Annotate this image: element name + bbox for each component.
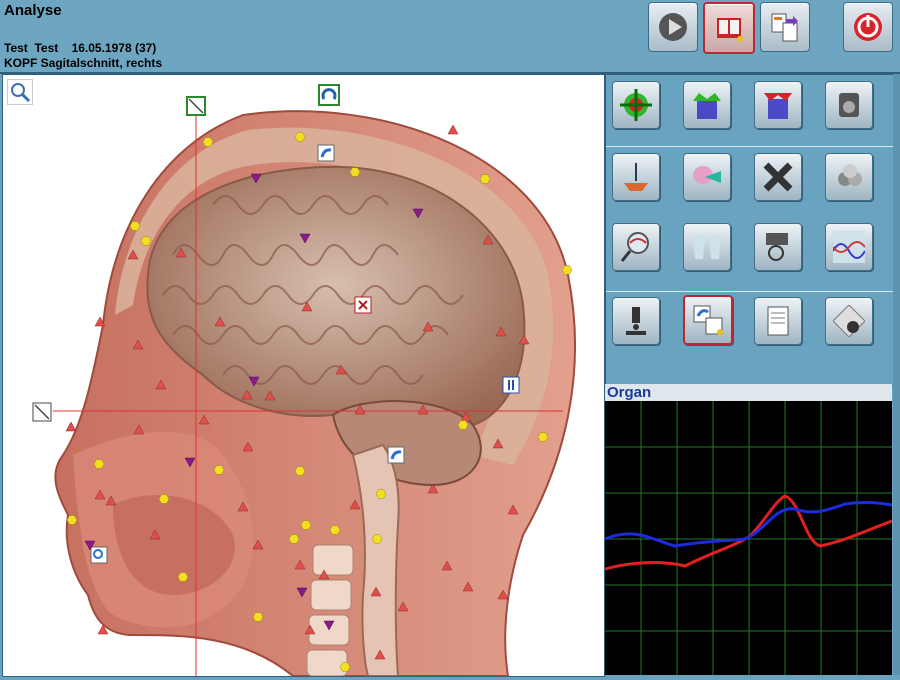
marker-hexagon[interactable] xyxy=(457,420,469,430)
marker-hexagon[interactable] xyxy=(339,662,351,672)
microscope-icon xyxy=(626,307,646,335)
organ-graph xyxy=(604,401,893,675)
marker-hexagon[interactable] xyxy=(202,137,214,147)
notes-button[interactable] xyxy=(754,297,802,345)
marker-hexagon[interactable] xyxy=(93,459,105,469)
divider xyxy=(606,146,893,147)
funnel-up-button[interactable] xyxy=(683,81,731,129)
patient-info: Test Test 16.05.1978 (37) xyxy=(4,41,157,55)
device-icon xyxy=(839,93,859,117)
funnel-up-icon xyxy=(693,93,721,119)
cups-button[interactable] xyxy=(683,223,731,271)
marker-hexagon[interactable] xyxy=(561,265,573,275)
diamond-heart-icon xyxy=(833,305,865,337)
magnify-dna-button[interactable] xyxy=(612,223,660,271)
marker-hexagon[interactable] xyxy=(294,132,306,142)
marker-hexagon[interactable] xyxy=(140,236,152,246)
anatomy-image-panel[interactable] xyxy=(2,74,605,677)
marker-hexagon[interactable] xyxy=(479,174,491,184)
book-icon xyxy=(717,18,743,42)
diamond-heart-button[interactable] xyxy=(825,297,873,345)
marker-hexagon[interactable] xyxy=(158,494,170,504)
book-button[interactable] xyxy=(703,2,755,54)
marker-hexagon[interactable] xyxy=(294,466,306,476)
marker-hexagon[interactable] xyxy=(213,465,225,475)
marker-hexagon[interactable] xyxy=(288,534,300,544)
rotate-view-icon xyxy=(693,305,723,335)
microscope-button[interactable] xyxy=(612,297,660,345)
documents-button[interactable] xyxy=(760,2,810,52)
header-bar: Analyse Test Test 16.05.1978 (37) KOPF S… xyxy=(0,0,900,74)
marker-hexagon[interactable] xyxy=(66,515,78,525)
organ-arrow-button[interactable] xyxy=(683,153,731,201)
play-icon xyxy=(659,13,687,41)
scale-button[interactable] xyxy=(612,153,660,201)
rotate-view-button[interactable] xyxy=(683,295,733,345)
tool-panel xyxy=(605,74,894,386)
notes-icon xyxy=(767,306,789,336)
scan-pointer-icon xyxy=(766,233,788,261)
scrollbar[interactable] xyxy=(893,74,900,675)
marker-hexagon[interactable] xyxy=(129,221,141,231)
view-description: KOPF Sagitalschnitt, rechts xyxy=(4,56,163,70)
funnel-down-button[interactable] xyxy=(754,81,802,129)
documents-icon xyxy=(771,13,798,42)
marker-hexagon[interactable] xyxy=(537,432,549,442)
scan-pointer-button[interactable] xyxy=(754,223,802,271)
target-icon xyxy=(620,89,652,121)
funnel-down-icon xyxy=(764,93,792,119)
delete-button[interactable] xyxy=(754,153,802,201)
x-icon xyxy=(763,162,793,192)
scale-icon xyxy=(624,163,648,191)
marker-hexagon[interactable] xyxy=(349,167,361,177)
cups-icon xyxy=(693,235,721,259)
spheres-icon xyxy=(838,164,862,186)
organ-graph-plot xyxy=(604,401,893,675)
power-icon xyxy=(854,13,882,41)
device-button[interactable] xyxy=(825,81,873,129)
wave-chart-icon xyxy=(833,231,865,263)
marker-hexagon[interactable] xyxy=(252,612,264,622)
organ-label: Organ xyxy=(605,384,892,401)
target-button[interactable] xyxy=(612,81,660,129)
head-sagittal-illustration[interactable] xyxy=(3,75,604,676)
wave-chart-button[interactable] xyxy=(825,223,873,271)
divider xyxy=(606,291,893,292)
magnify-dna-icon xyxy=(620,232,649,262)
marker-hexagon[interactable] xyxy=(300,520,312,530)
marker-triangle[interactable] xyxy=(447,124,459,135)
marker-hexagon[interactable] xyxy=(371,534,383,544)
spheres-button[interactable] xyxy=(825,153,873,201)
play-button[interactable] xyxy=(648,2,698,52)
marker-hexagon[interactable] xyxy=(375,489,387,499)
marker-hexagon[interactable] xyxy=(177,572,189,582)
organ-arrow-icon xyxy=(693,166,721,184)
marker-hexagon[interactable] xyxy=(329,525,341,535)
marker-triangle[interactable] xyxy=(65,421,77,432)
power-button[interactable] xyxy=(843,2,893,52)
page-title: Analyse xyxy=(4,2,62,19)
